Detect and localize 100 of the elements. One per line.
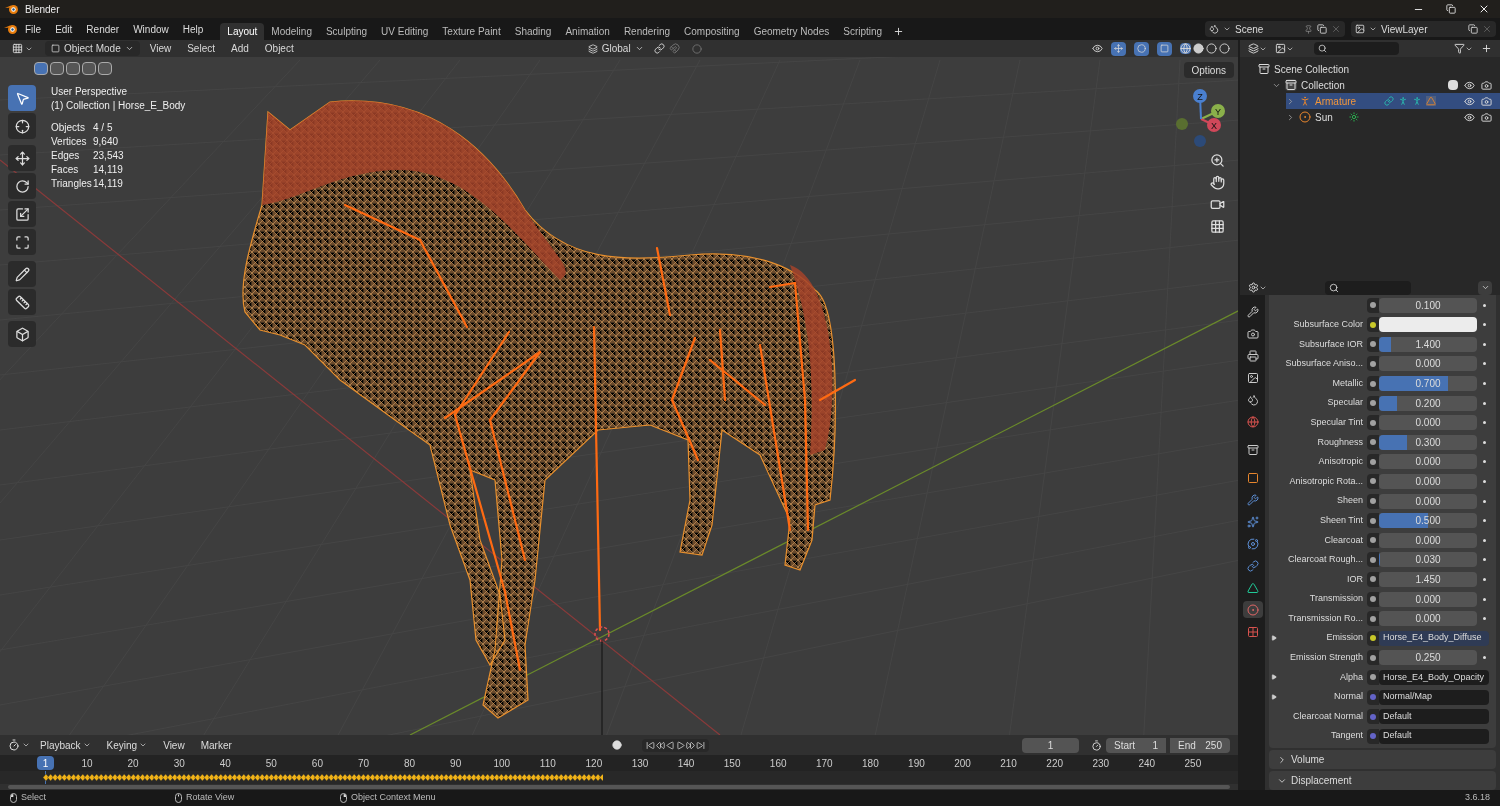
menu-item[interactable]: Object: [258, 41, 300, 56]
filter-button[interactable]: [1454, 43, 1473, 54]
playhead-frame-badge[interactable]: 1: [37, 756, 54, 770]
overlay-toggle-icon[interactable]: [1134, 41, 1149, 56]
playback-controls-icon[interactable]: [641, 738, 709, 752]
mode-dropdown[interactable]: Object Mode: [45, 41, 140, 56]
camera-icon[interactable]: [1481, 95, 1492, 107]
value-slider[interactable]: 0.000: [1379, 532, 1477, 548]
value-slider[interactable]: 0.100: [1379, 297, 1477, 313]
start-frame-field[interactable]: Start 1: [1106, 737, 1166, 753]
display-mode-button[interactable]: [1275, 43, 1294, 54]
workspace-tab[interactable]: Animation: [558, 23, 617, 40]
value-slider[interactable]: 0.000: [1379, 356, 1477, 372]
menu-item[interactable]: Edit: [48, 21, 80, 37]
xray-toggle-icon[interactable]: [1157, 41, 1172, 56]
workspace-tab[interactable]: Scripting: [836, 23, 890, 40]
pin-icon[interactable]: [1304, 24, 1313, 34]
value-slider[interactable]: 0.200: [1379, 395, 1477, 411]
new-collection-icon[interactable]: [1481, 43, 1492, 54]
workspace-tab[interactable]: UV Editing: [374, 23, 436, 40]
menu-item[interactable]: Playback: [34, 737, 97, 753]
close-icon[interactable]: [1478, 3, 1490, 15]
value-slider[interactable]: 0.700: [1379, 376, 1477, 391]
shading-modes-icon[interactable]: [1180, 43, 1230, 54]
cube-tool-icon[interactable]: [8, 321, 36, 347]
outliner-row[interactable]: Collection: [1272, 77, 1500, 93]
editor-type-button[interactable]: [1248, 43, 1267, 54]
linked-node-field[interactable]: Default: [1379, 728, 1489, 744]
menu-item[interactable]: View: [143, 41, 178, 56]
record-icon[interactable]: [611, 740, 622, 750]
view-layer-selector[interactable]: ViewLayer: [1351, 21, 1496, 37]
value-slider[interactable]: 0.000: [1379, 591, 1477, 607]
color-swatch[interactable]: [1379, 317, 1477, 333]
value-slider[interactable]: 0.250: [1379, 650, 1477, 666]
camera-icon[interactable]: [1481, 79, 1492, 91]
menu-item[interactable]: View: [157, 737, 191, 753]
select-box-tool-icon[interactable]: [8, 85, 36, 111]
value-slider[interactable]: 1.450: [1379, 571, 1477, 587]
selection-mode-icon[interactable]: [34, 62, 48, 75]
workspace-tab[interactable]: Sculpting: [318, 23, 375, 40]
outliner-row[interactable]: Sun: [1286, 109, 1500, 125]
scene-selector[interactable]: Scene: [1205, 21, 1345, 37]
value-slider[interactable]: 1.400: [1379, 336, 1477, 352]
zoom-icon[interactable]: [1210, 153, 1225, 168]
camera-view-icon[interactable]: [1210, 197, 1225, 212]
selection-mode-icon[interactable]: [66, 62, 80, 75]
menu-item[interactable]: Select: [181, 41, 221, 56]
eye-icon[interactable]: [1464, 111, 1475, 123]
expand-arrow-icon[interactable]: [1271, 694, 1277, 700]
menu-item[interactable]: Marker: [194, 737, 238, 753]
menu-item[interactable]: File: [18, 21, 49, 37]
selection-mode-icon[interactable]: [50, 62, 64, 75]
value-slider[interactable]: 0.000: [1379, 474, 1477, 489]
outliner-row[interactable]: Scene Collection: [1258, 61, 1500, 77]
linked-node-field[interactable]: Horse_E4_Body_Diffuse: [1379, 630, 1489, 646]
value-slider[interactable]: 0.000: [1379, 611, 1477, 627]
ruler-tool-icon[interactable]: [8, 289, 36, 315]
hand-icon[interactable]: [1210, 175, 1225, 190]
eye-icon[interactable]: [1464, 79, 1475, 91]
options-button[interactable]: Options: [1183, 62, 1234, 78]
camera-icon[interactable]: [1481, 111, 1492, 123]
menu-item[interactable]: Window: [126, 21, 176, 37]
outliner-row[interactable]: Armature: [1286, 93, 1500, 109]
workspace-tab[interactable]: Rendering: [616, 23, 678, 40]
move-tool-icon[interactable]: [8, 145, 36, 171]
selection-mode-icon[interactable]: [82, 62, 96, 75]
gizmo-toggle-icon[interactable]: [1111, 41, 1126, 56]
workspace-tab[interactable]: Modeling: [264, 23, 319, 40]
workspace-tab[interactable]: Layout: [220, 23, 265, 40]
pencil-tool-icon[interactable]: [8, 261, 36, 287]
selection-mode-icon[interactable]: [98, 62, 112, 75]
transform-tool-icon[interactable]: [8, 229, 36, 255]
menu-item[interactable]: Add: [225, 41, 255, 56]
menu-item[interactable]: Help: [175, 21, 211, 37]
editor-type-button[interactable]: [8, 739, 30, 751]
editor-type-button[interactable]: [1248, 282, 1267, 294]
current-frame-field[interactable]: 1: [1022, 737, 1079, 753]
value-slider[interactable]: 0.000: [1379, 454, 1477, 470]
grid-view-icon[interactable]: [1210, 219, 1225, 234]
workspace-tab[interactable]: Compositing: [677, 23, 747, 40]
workspace-tab[interactable]: Geometry Nodes: [746, 23, 837, 40]
value-slider[interactable]: 0.000: [1379, 415, 1477, 431]
panel-header[interactable]: Volume: [1269, 750, 1496, 769]
copy-icon[interactable]: [1468, 24, 1478, 34]
workspace-tab[interactable]: Shading: [507, 23, 559, 40]
checkbox[interactable]: [1448, 80, 1458, 90]
copy-icon[interactable]: [1317, 24, 1327, 34]
value-slider[interactable]: 0.300: [1379, 434, 1477, 450]
search-field[interactable]: [1325, 280, 1411, 295]
add-workspace-icon[interactable]: [893, 26, 905, 37]
end-frame-field[interactable]: End 250: [1170, 737, 1230, 753]
cursor-tool-icon[interactable]: [8, 113, 36, 139]
linked-node-field[interactable]: Default: [1379, 709, 1489, 725]
restore-icon[interactable]: [1446, 4, 1456, 14]
value-slider[interactable]: 0.030: [1379, 552, 1477, 568]
panel-header[interactable]: Displacement: [1269, 771, 1496, 790]
menu-item[interactable]: Keying: [100, 737, 154, 753]
search-field[interactable]: [1314, 42, 1399, 55]
value-slider[interactable]: 0.000: [1379, 493, 1477, 509]
eye-icon[interactable]: [1464, 95, 1475, 107]
